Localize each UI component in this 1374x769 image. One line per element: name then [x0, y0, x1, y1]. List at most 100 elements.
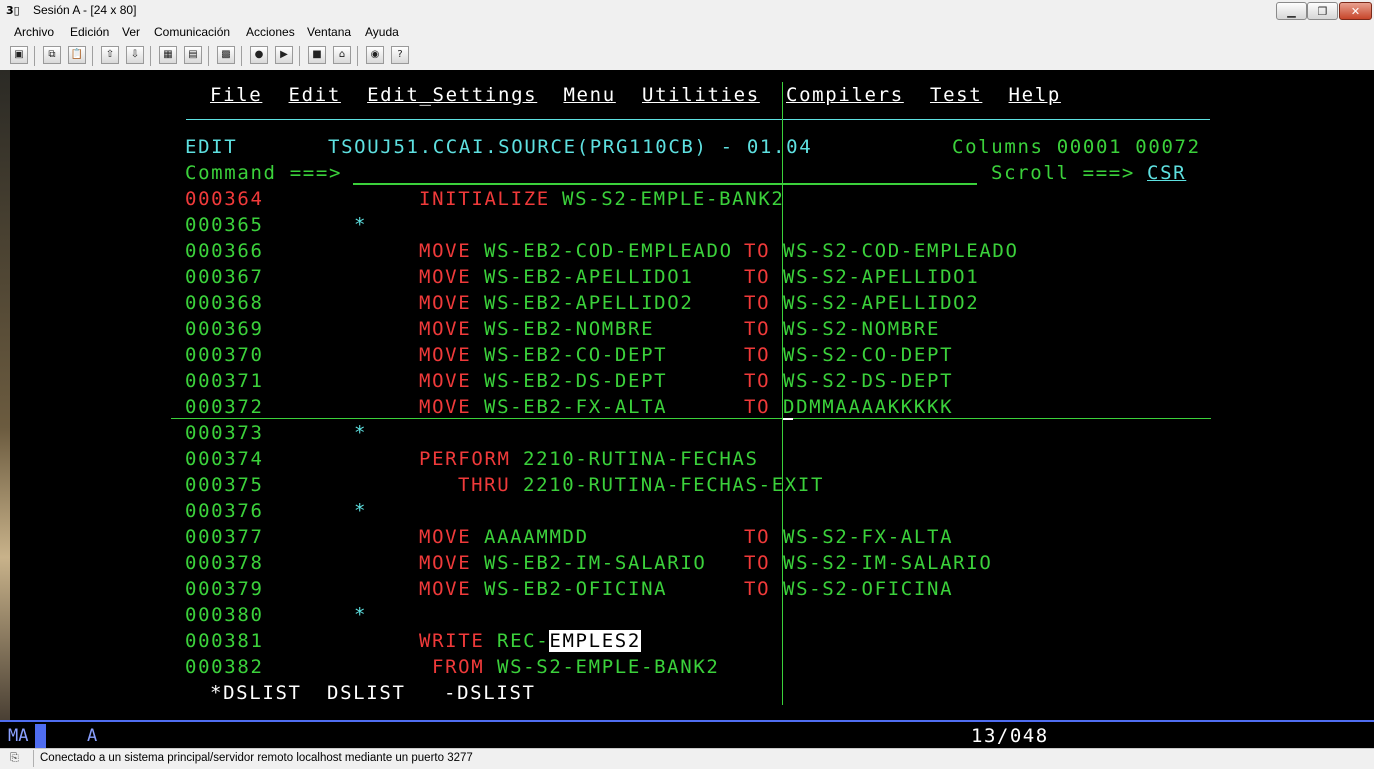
cobol-keyword: MOVE: [419, 370, 472, 392]
line-number[interactable]: 000377: [185, 524, 264, 550]
cobol-target[interactable]: WS-S2-IM-SALARIO: [783, 550, 992, 576]
cobol-operand[interactable]: AAAAMMDD: [484, 524, 589, 550]
scroll-label: Scroll ===>: [991, 162, 1135, 184]
pf-key-dslist[interactable]: DSLIST: [327, 680, 406, 706]
status-divider: [33, 750, 34, 767]
dataset-name: TSOUJ51.CCAI.SOURCE(PRG110CB) - 01.04: [328, 136, 813, 158]
scroll-field[interactable]: CSR: [1147, 160, 1186, 186]
action-file[interactable]: File: [210, 84, 262, 106]
cobol-to: TO: [744, 240, 771, 262]
line-number[interactable]: 000378: [185, 550, 264, 576]
cobol-operand[interactable]: WS-EB2-DS-DEPT: [484, 368, 667, 394]
connect-icon[interactable]: ◉: [366, 46, 384, 64]
line-number[interactable]: 000369: [185, 316, 264, 342]
action-edit[interactable]: Edit: [289, 84, 341, 106]
command-label: Command ===>: [185, 162, 343, 184]
menu-acciones[interactable]: Acciones: [246, 25, 295, 39]
cobol-operand[interactable]: WS-EB2-IM-SALARIO: [484, 550, 707, 576]
cobol-operand[interactable]: WS-EB2-CO-DEPT: [484, 342, 667, 368]
cobol-target[interactable]: WS-S2-DS-DEPT: [783, 368, 953, 394]
line-number[interactable]: 000381: [185, 628, 264, 654]
action-compilers[interactable]: Compilers: [786, 84, 904, 106]
line-number[interactable]: 000370: [185, 342, 264, 368]
menu-edicion[interactable]: Edición: [70, 25, 109, 39]
cobol-operand[interactable]: 2210-RUTINA-FECHAS: [523, 446, 759, 472]
play-icon[interactable]: ▶: [275, 46, 293, 64]
line-number[interactable]: 000368: [185, 290, 264, 316]
action-help[interactable]: Help: [1009, 84, 1061, 106]
cobol-target[interactable]: WS-S2-COD-EMPLEADO: [783, 238, 1019, 264]
print-screen-icon[interactable]: ▣: [10, 46, 28, 64]
cobol-operand[interactable]: WS-EB2-FX-ALTA: [484, 394, 667, 420]
stop-icon[interactable]: ■: [308, 46, 326, 64]
cobol-to: TO: [744, 266, 771, 288]
close-button[interactable]: ✕: [1339, 2, 1372, 20]
pf-key-dslist-minus[interactable]: -DSLIST: [444, 680, 536, 706]
app-icon[interactable]: 3▯: [6, 3, 24, 18]
line-number[interactable]: 000367: [185, 264, 264, 290]
maximize-button[interactable]: ❐: [1307, 2, 1338, 20]
cobol-operand[interactable]: WS-S2-EMPLE-BANK2: [562, 186, 785, 212]
cobol-to: TO: [744, 552, 771, 574]
pf-key-dslist-star[interactable]: *DSLIST: [210, 680, 302, 706]
line-number[interactable]: 000364: [185, 186, 264, 212]
command-input[interactable]: [353, 160, 977, 185]
record-icon[interactable]: ●: [250, 46, 268, 64]
line-number[interactable]: 000380: [185, 602, 264, 628]
cobol-target[interactable]: DDMMAAAAKKKKK: [783, 394, 953, 420]
cobol-target[interactable]: WS-S2-NOMBRE: [783, 316, 940, 342]
menu-archivo[interactable]: Archivo: [14, 25, 54, 39]
line-number[interactable]: 000379: [185, 576, 264, 602]
toolbar-separator: [150, 46, 151, 66]
terminal-cursor: [783, 418, 793, 420]
line-number[interactable]: 000366: [185, 238, 264, 264]
macro-icon[interactable]: ▩: [217, 46, 235, 64]
cobol-target[interactable]: WS-S2-OFICINA: [783, 576, 953, 602]
action-utilities[interactable]: Utilities: [642, 84, 760, 106]
cobol-operand[interactable]: WS-EB2-OFICINA: [484, 576, 667, 602]
help-icon[interactable]: ?: [391, 46, 409, 64]
cobol-target[interactable]: WS-S2-APELLIDO2: [783, 290, 979, 316]
line-number[interactable]: 000365: [185, 212, 264, 238]
menu-ayuda[interactable]: Ayuda: [365, 25, 399, 39]
cobol-operand[interactable]: WS-S2-EMPLE-BANK2: [497, 654, 720, 680]
cobol-to: TO: [744, 344, 771, 366]
cobol-target[interactable]: WS-S2-APELLIDO1: [783, 264, 979, 290]
copy-icon[interactable]: ⧉: [43, 46, 61, 64]
menu-comunicacion[interactable]: Comunicación: [154, 25, 230, 39]
maximize-icon: ❐: [1317, 5, 1328, 18]
title-bar: 3▯ Sesión A - [24 x 80] ▁ ❐ ✕: [0, 0, 1374, 23]
keypad-icon[interactable]: ▤: [184, 46, 202, 64]
cobol-operand[interactable]: WS-EB2-APELLIDO1: [484, 264, 693, 290]
minimize-button[interactable]: ▁: [1276, 2, 1307, 20]
cobol-keyword: MOVE: [419, 396, 472, 418]
action-test[interactable]: Test: [930, 84, 982, 106]
action-edit-settings[interactable]: Edit_Settings: [367, 84, 537, 106]
selected-text[interactable]: EMPLES2: [549, 630, 641, 652]
line-number[interactable]: 000372: [185, 394, 264, 420]
line-number[interactable]: 000373: [185, 420, 264, 446]
cobol-operand[interactable]: WS-EB2-COD-EMPLEADO: [484, 238, 733, 264]
cobol-target[interactable]: WS-S2-FX-ALTA: [783, 524, 953, 550]
cobol-operand[interactable]: WS-EB2-NOMBRE: [484, 316, 654, 342]
cobol-to: TO: [744, 318, 771, 340]
line-number[interactable]: 000382: [185, 654, 264, 680]
cobol-keyword: MOVE: [419, 526, 472, 548]
display-icon[interactable]: ▦: [159, 46, 177, 64]
action-menu[interactable]: Menu: [563, 84, 615, 106]
line-number[interactable]: 000376: [185, 498, 264, 524]
line-number[interactable]: 000371: [185, 368, 264, 394]
cobol-operand[interactable]: REC-EMPLES2: [497, 628, 641, 654]
cobol-operand[interactable]: 2210-RUTINA-FECHAS-EXIT: [523, 472, 824, 498]
menu-ver[interactable]: Ver: [122, 25, 140, 39]
paste-icon[interactable]: 📋: [68, 46, 86, 64]
host-icon[interactable]: ⌂: [333, 46, 351, 64]
columns-indicator: Columns 00001 00072: [952, 134, 1201, 160]
receive-icon[interactable]: ⇩: [126, 46, 144, 64]
cobol-operand[interactable]: WS-EB2-APELLIDO2: [484, 290, 693, 316]
cobol-target[interactable]: WS-S2-CO-DEPT: [783, 342, 953, 368]
line-number[interactable]: 000374: [185, 446, 264, 472]
send-icon[interactable]: ⇧: [101, 46, 119, 64]
line-number[interactable]: 000375: [185, 472, 264, 498]
menu-ventana[interactable]: Ventana: [307, 25, 351, 39]
